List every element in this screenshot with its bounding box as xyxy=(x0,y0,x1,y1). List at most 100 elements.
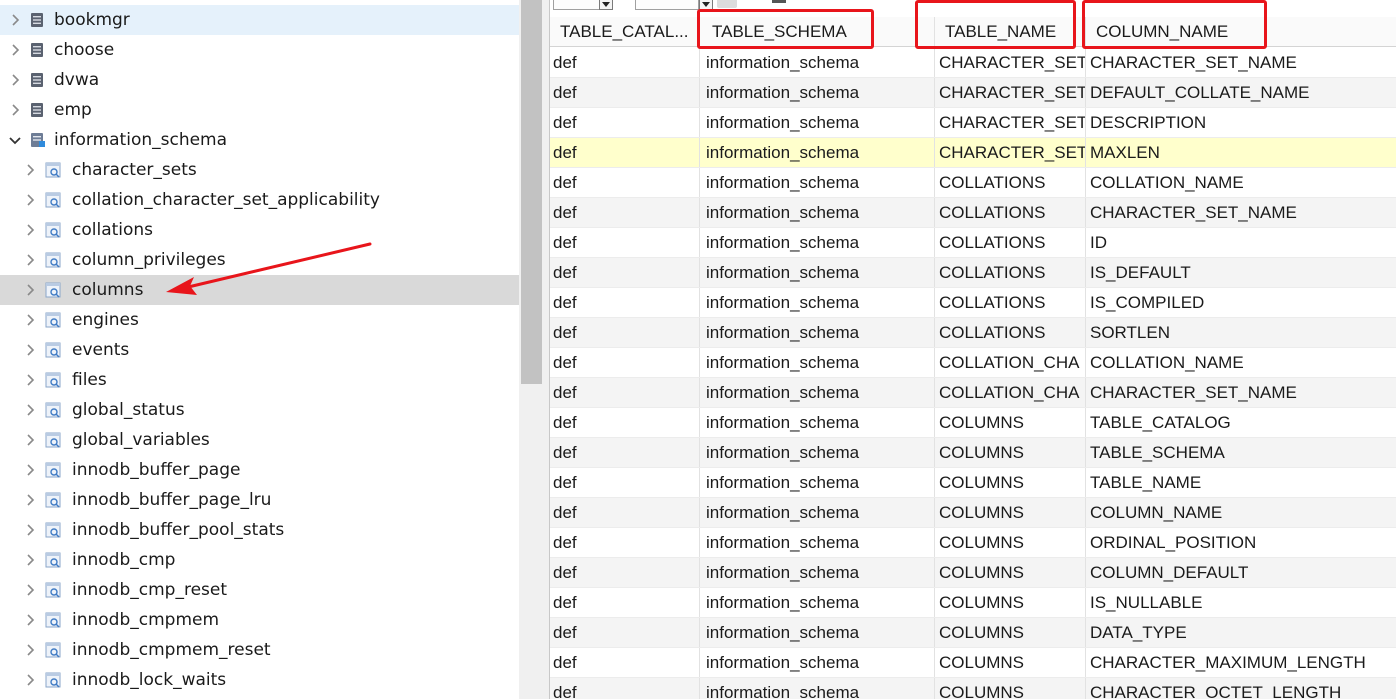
chevron-right-icon[interactable] xyxy=(23,673,37,687)
table-cell[interactable]: CHARACTER_SET xyxy=(935,78,1086,107)
tree-item-table-events[interactable]: events xyxy=(0,335,519,365)
table-cell[interactable]: CHARACTER_SET xyxy=(935,48,1086,77)
chevron-right-icon[interactable] xyxy=(8,43,22,57)
results-grid[interactable]: TABLE_CATAL... TABLE_SCHEMA TABLE_NAME C… xyxy=(549,0,1396,699)
table-cell[interactable]: COLLATION_NAME xyxy=(1086,348,1396,377)
table-cell[interactable]: COLLATION_NAME xyxy=(1086,168,1396,197)
table-cell[interactable]: information_schema xyxy=(700,108,935,137)
table-cell[interactable]: MAXLEN xyxy=(1086,138,1396,167)
table-cell[interactable]: information_schema xyxy=(700,528,935,557)
chevron-right-icon[interactable] xyxy=(23,493,37,507)
table-cell[interactable]: COLUMNS xyxy=(935,558,1086,587)
table-row[interactable]: def information_schema COLUMNS COLUMN_DEFAU… xyxy=(550,558,1396,588)
table-cell[interactable]: information_schema xyxy=(700,438,935,467)
dropdown-arrow-icon[interactable] xyxy=(599,0,613,10)
table-cell[interactable]: CHARACTER_SET_NAME xyxy=(1086,378,1396,407)
chevron-right-icon[interactable] xyxy=(8,103,22,117)
table-cell[interactable]: COLLATIONS xyxy=(935,288,1086,317)
chevron-right-icon[interactable] xyxy=(23,433,37,447)
table-cell[interactable]: def xyxy=(550,528,700,557)
table-cell[interactable]: information_schema xyxy=(700,48,935,77)
table-cell[interactable]: COLLATIONS xyxy=(935,318,1086,347)
table-cell[interactable]: def xyxy=(550,678,700,699)
table-row[interactable]: def information_schema COLLATIONS IS_COMPIL… xyxy=(550,288,1396,318)
table-cell[interactable]: COLUMNS xyxy=(935,648,1086,677)
chevron-right-icon[interactable] xyxy=(23,463,37,477)
table-cell[interactable]: COLLATIONS xyxy=(935,228,1086,257)
table-cell[interactable]: SORTLEN xyxy=(1086,318,1396,347)
tree-item-db-information-schema[interactable]: information_schema xyxy=(0,125,519,155)
table-cell[interactable]: def xyxy=(550,438,700,467)
table-cell[interactable]: COLUMNS xyxy=(935,498,1086,527)
offset-select[interactable] xyxy=(635,0,699,10)
table-cell[interactable]: def xyxy=(550,288,700,317)
table-cell[interactable]: information_schema xyxy=(700,168,935,197)
chevron-right-icon[interactable] xyxy=(23,283,37,297)
table-row[interactable]: def information_schema CHARACTER_SET DEFAUL… xyxy=(550,78,1396,108)
tree-item-table-innodb-buffer-page[interactable]: innodb_buffer_page xyxy=(0,455,519,485)
chevron-right-icon[interactable] xyxy=(23,523,37,537)
chevron-right-icon[interactable] xyxy=(23,613,37,627)
table-cell[interactable]: def xyxy=(550,348,700,377)
chevron-right-icon[interactable] xyxy=(23,223,37,237)
table-row[interactable]: def information_schema COLUMNS DATA_TYPE xyxy=(550,618,1396,648)
chevron-right-icon[interactable] xyxy=(23,193,37,207)
tree-item-db-emp[interactable]: emp xyxy=(0,95,519,125)
table-cell[interactable]: IS_DEFAULT xyxy=(1086,258,1396,287)
table-cell[interactable]: def xyxy=(550,318,700,347)
table-cell[interactable]: COLLATION_CHA xyxy=(935,378,1086,407)
table-cell[interactable]: CHARACTER_SET xyxy=(935,138,1086,167)
table-cell[interactable]: information_schema xyxy=(700,318,935,347)
table-cell[interactable]: COLLATION_CHA xyxy=(935,348,1086,377)
table-cell[interactable]: information_schema xyxy=(700,558,935,587)
table-row[interactable]: def information_schema CHARACTER_SET DESCRI… xyxy=(550,108,1396,138)
table-cell[interactable]: COLUMNS xyxy=(935,438,1086,467)
table-cell[interactable]: COLUMNS xyxy=(935,528,1086,557)
table-cell[interactable]: COLUMNS xyxy=(935,408,1086,437)
table-row[interactable]: def information_schema COLUMNS TABLE_CATALO… xyxy=(550,408,1396,438)
table-cell[interactable]: information_schema xyxy=(700,588,935,617)
chevron-right-icon[interactable] xyxy=(23,583,37,597)
tree-item-table-innodb-cmpmem-reset[interactable]: innodb_cmpmem_reset xyxy=(0,635,519,665)
table-cell[interactable]: def xyxy=(550,198,700,227)
table-cell[interactable]: def xyxy=(550,498,700,527)
table-cell[interactable]: COLUMN_DEFAULT xyxy=(1086,558,1396,587)
table-cell[interactable]: information_schema xyxy=(700,258,935,287)
table-cell[interactable]: def xyxy=(550,648,700,677)
tree-item-table-character-sets[interactable]: character_sets xyxy=(0,155,519,185)
tree-scrollbar-thumb[interactable] xyxy=(521,0,542,384)
table-cell[interactable]: TABLE_CATALOG xyxy=(1086,408,1396,437)
table-cell[interactable]: IS_NULLABLE xyxy=(1086,588,1396,617)
table-cell[interactable]: ORDINAL_POSITION xyxy=(1086,528,1396,557)
table-cell[interactable]: COLLATIONS xyxy=(935,198,1086,227)
table-cell[interactable]: information_schema xyxy=(700,468,935,497)
table-cell[interactable]: DEFAULT_COLLATE_NAME xyxy=(1086,78,1396,107)
table-cell[interactable]: COLUMN_NAME xyxy=(1086,498,1396,527)
table-row[interactable]: def information_schema COLUMNS ORDINAL_POSI… xyxy=(550,528,1396,558)
tree-item-table-files[interactable]: files xyxy=(0,365,519,395)
tree-item-table-global-variables[interactable]: global_variables xyxy=(0,425,519,455)
table-row[interactable]: def information_schema COLLATIONS COLLATION… xyxy=(550,168,1396,198)
table-cell[interactable]: def xyxy=(550,468,700,497)
chevron-right-icon[interactable] xyxy=(23,553,37,567)
chevron-right-icon[interactable] xyxy=(8,73,22,87)
table-row[interactable]: def information_schema COLUMNS CHARACTER_MA… xyxy=(550,648,1396,678)
table-cell[interactable]: IS_COMPILED xyxy=(1086,288,1396,317)
table-cell[interactable]: def xyxy=(550,108,700,137)
table-cell[interactable]: information_schema xyxy=(700,228,935,257)
table-cell[interactable]: DATA_TYPE xyxy=(1086,618,1396,647)
chevron-right-icon[interactable] xyxy=(23,643,37,657)
table-cell[interactable]: def xyxy=(550,228,700,257)
table-cell[interactable]: information_schema xyxy=(700,378,935,407)
tree-item-table-innodb-cmpmem[interactable]: innodb_cmpmem xyxy=(0,605,519,635)
table-cell[interactable]: def xyxy=(550,168,700,197)
table-cell[interactable]: TABLE_SCHEMA xyxy=(1086,438,1396,467)
refresh-icon[interactable] xyxy=(717,0,737,8)
chevron-right-icon[interactable] xyxy=(23,313,37,327)
table-cell[interactable]: information_schema xyxy=(700,288,935,317)
table-row[interactable]: def information_schema COLUMNS IS_NULLABLE xyxy=(550,588,1396,618)
table-cell[interactable]: information_schema xyxy=(700,408,935,437)
table-cell[interactable]: def xyxy=(550,558,700,587)
chevron-right-icon[interactable] xyxy=(23,343,37,357)
table-row[interactable]: def information_schema COLUMNS TABLE_SCHEMA xyxy=(550,438,1396,468)
